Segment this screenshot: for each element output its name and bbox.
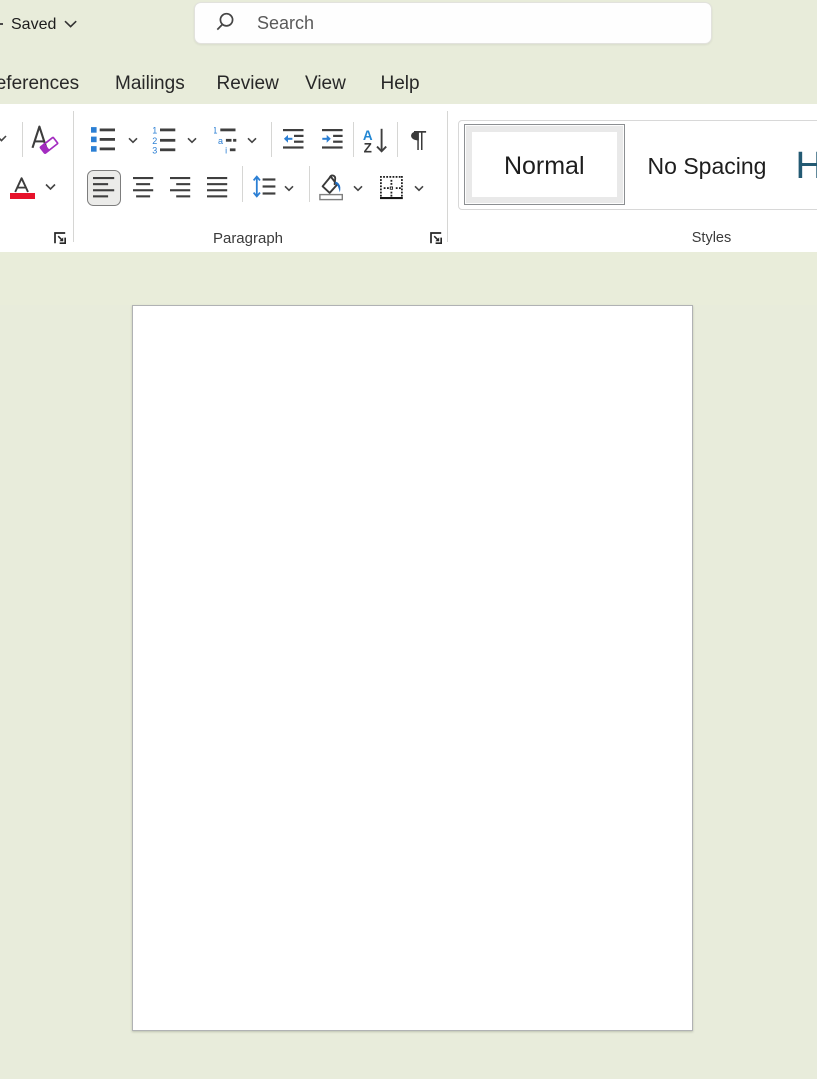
- svg-text:2: 2: [152, 136, 157, 146]
- svg-text:1: 1: [152, 125, 157, 135]
- svg-text:3: 3: [152, 146, 157, 156]
- svg-text:a: a: [218, 136, 223, 146]
- svg-text:i: i: [225, 146, 227, 156]
- svg-text:1: 1: [214, 125, 218, 135]
- svg-text:Z: Z: [364, 140, 372, 152]
